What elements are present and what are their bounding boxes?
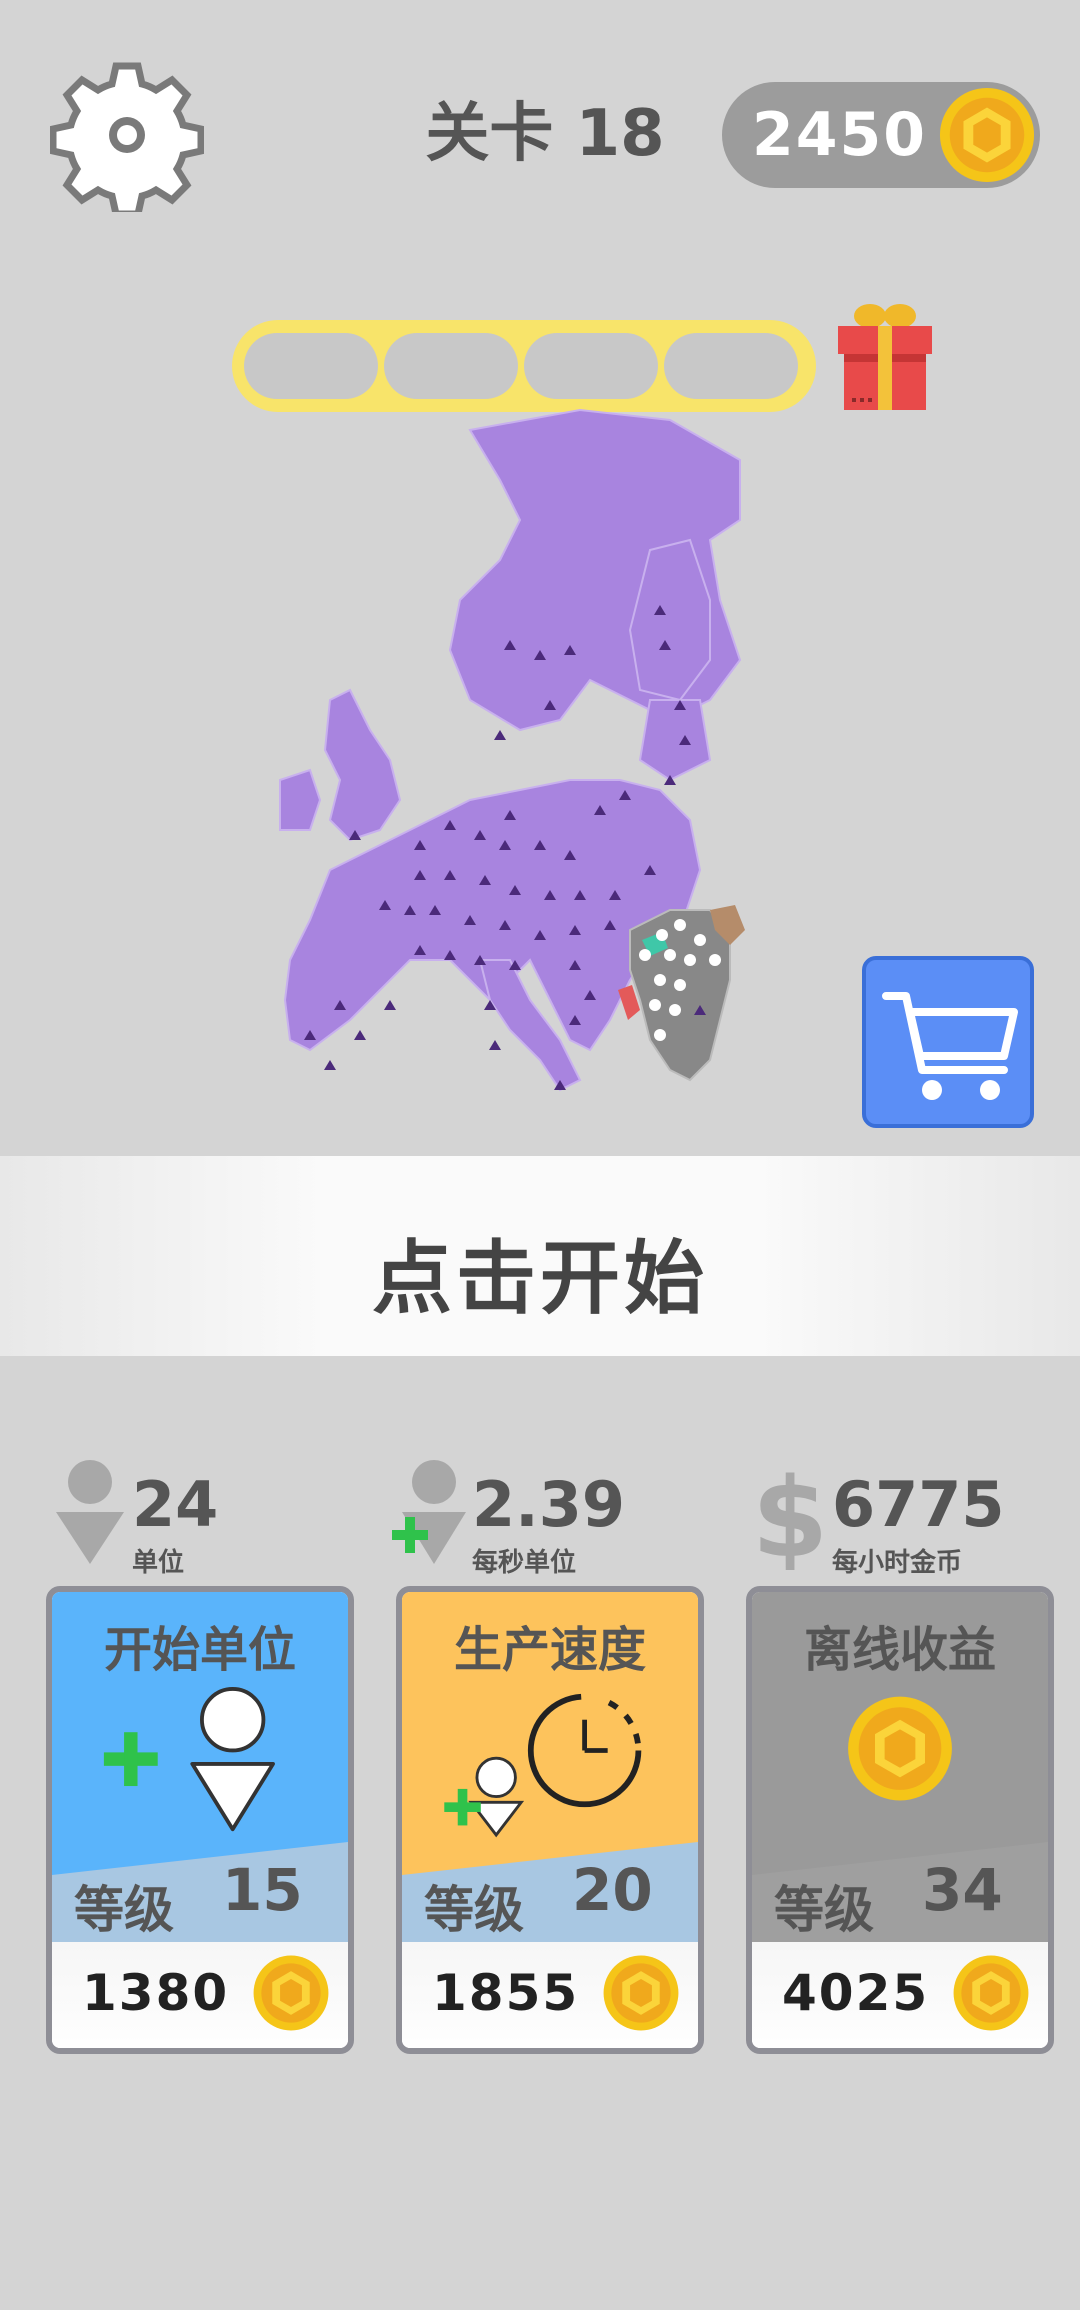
svg-text:$: $ bbox=[752, 1460, 828, 1570]
card-level-label: 等级 bbox=[424, 1881, 524, 1939]
card-level-value: 20 bbox=[572, 1856, 653, 1924]
card-price: 4025 bbox=[782, 1964, 930, 2022]
map-graphic bbox=[279, 408, 745, 1092]
level-title: 关卡 18 bbox=[425, 97, 665, 171]
stat-value: 2.39 bbox=[472, 1468, 625, 1541]
card-title: 生产速度 bbox=[453, 1622, 646, 1678]
card-price: 1855 bbox=[432, 1964, 580, 2022]
stat-coins-per-hour: $ 6775 每小时金币 bbox=[752, 1460, 1072, 1580]
coin-icon bbox=[253, 1955, 329, 2031]
speed-clock-icon bbox=[444, 1693, 642, 1838]
card-title: 开始单位 bbox=[103, 1622, 296, 1678]
progress-segment bbox=[244, 333, 378, 399]
stat-label: 每小时金币 bbox=[832, 1548, 963, 1578]
dollar-icon: $ bbox=[752, 1460, 828, 1570]
cart-icon bbox=[882, 992, 1018, 1100]
gear-icon bbox=[49, 62, 205, 218]
progress-segment bbox=[524, 333, 658, 399]
card-level-label: 等级 bbox=[774, 1881, 874, 1939]
shop-button[interactable] bbox=[862, 956, 1034, 1128]
coin-icon bbox=[953, 1955, 1029, 2031]
stat-label: 每秒单位 bbox=[472, 1548, 577, 1578]
stat-production-speed: 2.39 每秒单位 bbox=[392, 1460, 712, 1580]
tap-to-start-label: 点击开始 bbox=[372, 1232, 708, 1325]
card-title: 离线收益 bbox=[803, 1622, 996, 1678]
person-icon bbox=[56, 1460, 124, 1564]
level-progress-bar bbox=[232, 320, 816, 412]
card-level-label: 等级 bbox=[74, 1881, 174, 1939]
upgrade-card-offline-earnings[interactable]: 离线收益 等级 34 4025 bbox=[746, 1586, 1054, 2054]
coin-icon bbox=[848, 1696, 952, 1801]
gift-button[interactable] bbox=[836, 300, 934, 412]
card-level-value: 15 bbox=[222, 1856, 303, 1924]
stat-label: 单位 bbox=[132, 1548, 185, 1578]
stat-start-units: 24 单位 bbox=[52, 1460, 352, 1580]
stat-value: 24 bbox=[132, 1468, 219, 1541]
upgrade-card-start-units[interactable]: 开始单位 等级 15 1380 bbox=[46, 1586, 354, 2054]
card-price: 1380 bbox=[82, 1964, 230, 2022]
progress-segment bbox=[664, 333, 798, 399]
stat-value: 6775 bbox=[832, 1468, 1005, 1541]
coin-icon bbox=[939, 87, 1035, 183]
tap-to-start-banner[interactable]: 点击开始 bbox=[0, 1156, 1080, 1356]
upgrade-card-production-speed[interactable]: 生产速度 等级 20 1855 bbox=[396, 1586, 704, 2054]
coin-icon bbox=[603, 1955, 679, 2031]
europe-map[interactable] bbox=[270, 400, 770, 1100]
coin-balance[interactable]: 2450 bbox=[722, 82, 1040, 188]
settings-button[interactable] bbox=[49, 58, 205, 218]
coin-amount: 2450 bbox=[752, 100, 927, 170]
gift-icon bbox=[838, 304, 932, 410]
person-plus-icon bbox=[392, 1460, 466, 1564]
progress-segment bbox=[384, 333, 518, 399]
add-unit-icon bbox=[103, 1687, 275, 1832]
card-level-value: 34 bbox=[922, 1856, 1003, 1924]
